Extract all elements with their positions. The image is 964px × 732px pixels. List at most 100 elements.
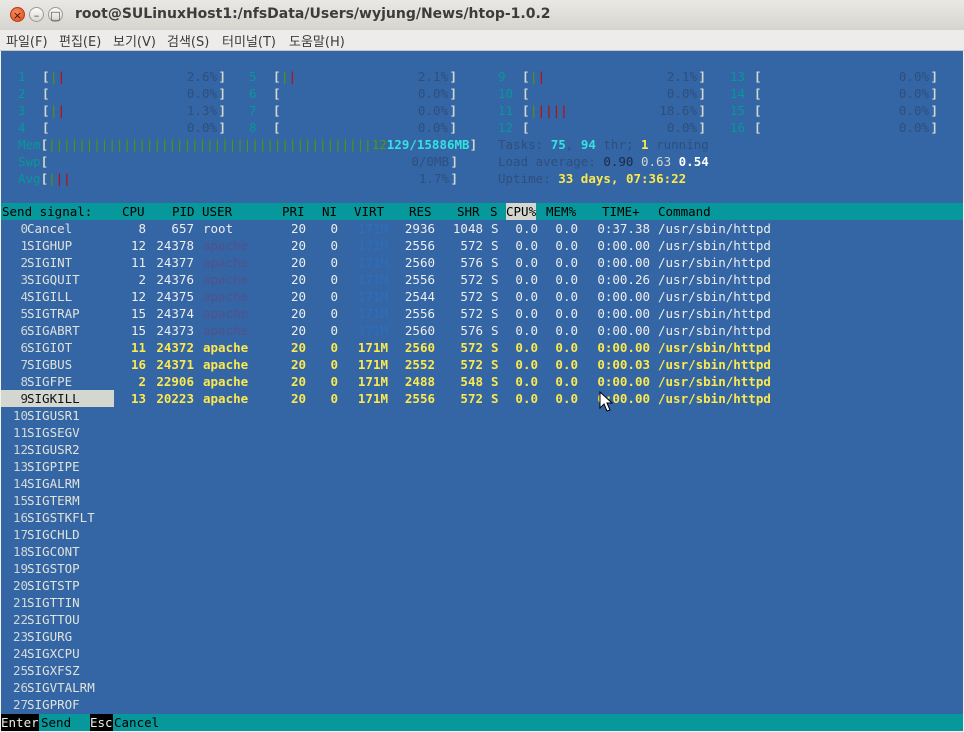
signal-item-sigint[interactable]: 2 SIGINT (1, 254, 114, 271)
menu-view[interactable]: 보기(V) (113, 31, 156, 50)
process-command: /usr/sbin/httpd (658, 391, 771, 406)
signal-item-sigttin[interactable]: 21 SIGTTIN (1, 594, 114, 611)
process-row[interactable]: 13 20223 apache 20 0 171M 2556 572 S 0.0 0.0 0:00.0… (115, 390, 963, 407)
signal-item-sigabrt[interactable]: 6 SIGABRT (1, 322, 114, 339)
maximize-icon[interactable]: □ (48, 7, 63, 22)
esc-key[interactable]: Esc (90, 714, 113, 731)
process-row[interactable]: 11 24372 apache 20 0 171M 2560 572 S 0.0 0.0 0:00.0… (115, 339, 963, 356)
signal-item-sigfpe[interactable]: 8 SIGFPE (1, 373, 114, 390)
process-row[interactable]: 2 22906 apache 20 0 171M 2488 548 S 0.0 0.0 0:00.00… (115, 373, 963, 390)
process-pri: 20 (290, 255, 306, 270)
signal-item-sigiot[interactable]: 6 SIGIOT (1, 339, 114, 356)
cpu-id: 13 (730, 69, 746, 84)
cpu-meter-5: 5[|| 2.1%] (249, 69, 457, 84)
signal-item-sighup[interactable]: 1 SIGHUP (1, 237, 114, 254)
process-row[interactable]: 15 24374 apache 20 0 171M 2556 572 S 0.0 0.0 0:00.0… (115, 305, 963, 322)
process-cpu-percent: 0.0 (515, 272, 538, 287)
process-pid: 24374 (156, 306, 194, 321)
signal-item-sigttou[interactable]: 22 SIGTTOU (1, 611, 114, 628)
process-pri: 20 (290, 357, 306, 372)
process-shr: 576 (460, 323, 483, 338)
signal-item-sigcont[interactable]: 18 SIGCONT (1, 543, 114, 560)
send-label[interactable]: Send (41, 714, 86, 731)
signal-item-sigstop[interactable]: 19 SIGSTOP (1, 560, 114, 577)
process-row[interactable]: 15 24373 apache 20 0 171M 2560 576 S 0.0 0.0 0:00.0… (115, 322, 963, 339)
signal-number: 10 (12, 408, 28, 423)
signal-item-sigusr2[interactable]: 12 SIGUSR2 (1, 441, 114, 458)
signal-name: SIGXCPU (27, 646, 80, 661)
signal-item-sigtrap[interactable]: 5 SIGTRAP (1, 305, 114, 322)
signal-name: SIGTRAP (27, 306, 80, 321)
column-header-pri[interactable]: PRI (282, 203, 305, 220)
process-pid: 20223 (156, 391, 194, 406)
process-row[interactable]: 2 24376 apache 20 0 171M 2556 572 S 0.0 0.0 0:00.26… (115, 271, 963, 288)
cpu-id: 7 (249, 103, 257, 118)
signal-item-sigill[interactable]: 4 SIGILL (1, 288, 114, 305)
close-icon[interactable]: × (10, 7, 25, 22)
signal-item-sigquit[interactable]: 3 SIGQUIT (1, 271, 114, 288)
column-header-pid[interactable]: PID (172, 203, 195, 220)
signal-item-sigterm[interactable]: 15 SIGTERM (1, 492, 114, 509)
menu-help[interactable]: 도움말(H) (289, 31, 345, 50)
signal-item-sigkill[interactable]: 9 SIGKILL (1, 390, 114, 407)
menu-edit[interactable]: 편집(E) (59, 31, 101, 50)
cpu-meter-2: 2[0.0%] (18, 86, 226, 101)
process-shr: 572 (460, 306, 483, 321)
title-bar[interactable]: × – □ root@SULinuxHost1:/nfsData/Users/w… (0, 0, 964, 31)
column-header-cpu[interactable]: CPU (122, 203, 145, 220)
signal-item-cancel[interactable]: 0 Cancel (1, 220, 114, 237)
column-header-mem[interactable]: MEM% (546, 203, 576, 220)
signal-name: SIGTTIN (27, 595, 80, 610)
process-res: 2560 (404, 255, 435, 270)
process-virt: 171M (357, 272, 388, 287)
column-header-user[interactable]: USER (202, 203, 232, 220)
signal-item-sigxfsz[interactable]: 25 SIGXFSZ (1, 662, 114, 679)
column-header-s[interactable]: S (490, 203, 498, 220)
terminal-screen[interactable]: 1[|| 2.6%] 2[0.0%] 3[|| 1.3%] 4[0.0%] 5[|| 2.1%… (1, 51, 963, 731)
signal-item-sigvtalrm[interactable]: 26 SIGVTALRM (1, 679, 114, 696)
process-pid: 22906 (156, 374, 194, 389)
signal-item-sigstkflt[interactable]: 16 SIGSTKFLT (1, 509, 114, 526)
process-row[interactable]: 8 657 root 20 0 171M 2936 1048 S 0.0 0.0 0:37.38/us… (115, 220, 963, 237)
column-header-shr[interactable]: SHR (457, 203, 480, 220)
column-header-time[interactable]: TIME+ (602, 203, 640, 220)
menu-search[interactable]: 검색(S) (167, 31, 209, 50)
column-header-ni[interactable]: NI (322, 203, 337, 220)
signal-item-sigusr1[interactable]: 10 SIGUSR1 (1, 407, 114, 424)
process-shr: 1048 (452, 221, 483, 236)
signal-item-sigurg[interactable]: 23 SIGURG (1, 628, 114, 645)
process-mem-percent: 0.0 (555, 289, 578, 304)
column-header-res[interactable]: RES (409, 203, 432, 220)
cpu-id: 10 (498, 86, 514, 101)
signal-item-sigbus[interactable]: 7 SIGBUS (1, 356, 114, 373)
signal-item-sigxcpu[interactable]: 24 SIGXCPU (1, 645, 114, 662)
cpu-meter-11: 11[||||| 18.6%] (498, 103, 706, 118)
signal-item-sigchld[interactable]: 17 SIGCHLD (1, 526, 114, 543)
signal-item-sigsegv[interactable]: 11 SIGSEGV (1, 424, 114, 441)
cpu-id: 16 (730, 120, 746, 135)
process-cpu-percent: 0.0 (515, 357, 538, 372)
process-virt: 171M (357, 340, 388, 355)
enter-key[interactable]: Enter (1, 714, 39, 731)
cancel-label[interactable]: Cancel (114, 714, 159, 731)
cpu-meter-10: 10[0.0%] (498, 86, 706, 101)
signal-item-sigalrm[interactable]: 14 SIGALRM (1, 475, 114, 492)
process-row[interactable]: 16 24371 apache 20 0 171M 2552 572 S 0.0 0.0 0:00.0… (115, 356, 963, 373)
process-row[interactable]: 11 24377 apache 20 0 171M 2560 576 S 0.0 0.0 0:00.0… (115, 254, 963, 271)
menu-terminal[interactable]: 터미널(T) (222, 31, 276, 50)
process-user: apache (203, 323, 249, 338)
column-header-cpu[interactable]: CPU% (506, 203, 537, 220)
signal-item-sigprof[interactable]: 27 SIGPROF (1, 696, 114, 713)
minimize-icon[interactable]: – (29, 7, 44, 22)
column-header-command[interactable]: Command (658, 203, 711, 220)
process-row[interactable]: 12 24378 apache 20 0 171M 2556 572 S 0.0 0.0 0:00.0… (115, 237, 963, 254)
process-cpu-percent: 0.0 (515, 221, 538, 236)
process-user: root (203, 221, 234, 236)
signal-item-sigpipe[interactable]: 13 SIGPIPE (1, 458, 114, 475)
signal-number: 14 (12, 476, 28, 491)
process-row[interactable]: 12 24375 apache 20 0 171M 2544 572 S 0.0 0.0 0:00.0… (115, 288, 963, 305)
column-header-virt[interactable]: VIRT (354, 203, 384, 220)
mem-meter: Mem[||||||||||||||||||||||||||||||||||||… (18, 137, 478, 152)
menu-file[interactable]: 파일(F) (6, 31, 48, 50)
signal-item-sigtstp[interactable]: 20 SIGTSTP (1, 577, 114, 594)
